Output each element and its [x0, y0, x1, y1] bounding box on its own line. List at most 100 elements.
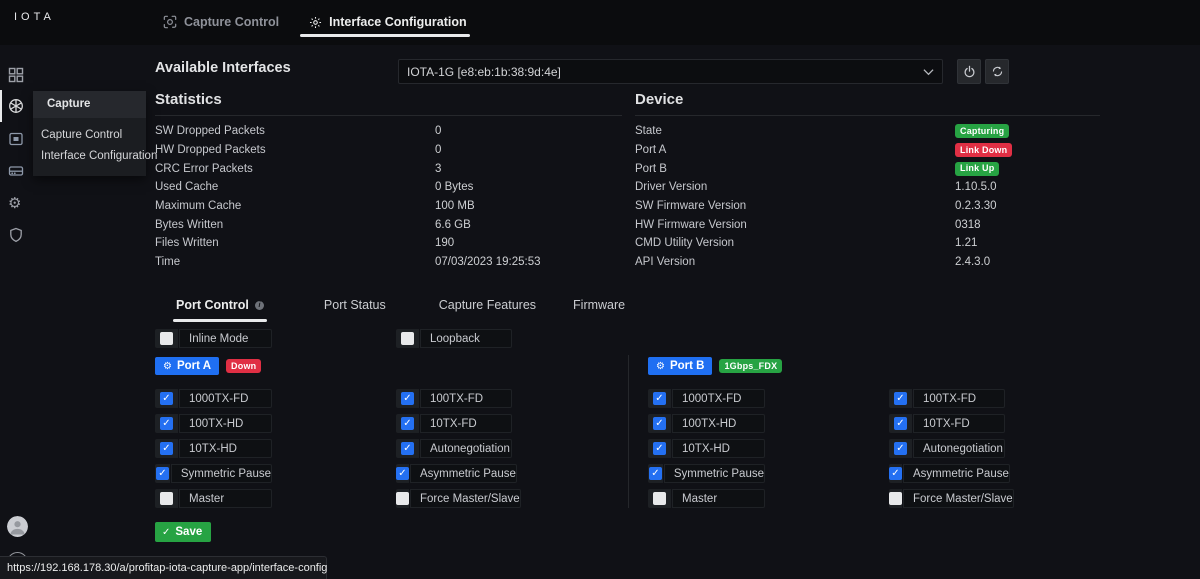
checkbox[interactable] [160, 417, 173, 430]
checkbox-field: Force Master/Slave [396, 489, 512, 508]
checkbox[interactable] [894, 442, 907, 455]
table-row: Time07/03/2023 19:25:53 [155, 253, 622, 272]
sidebar: ⚙ ? [0, 45, 32, 579]
active-nav-indicator [0, 90, 2, 122]
shield-icon[interactable] [8, 227, 24, 243]
checkbox[interactable] [401, 442, 414, 455]
checkbox-cell [648, 414, 671, 433]
statistics-title: Statistics [155, 91, 622, 116]
port-b-options-col1: 1000TX-FD 100TX-HD 10TX-HD Symmetric Pau… [648, 389, 765, 508]
checkbox-label: Symmetric Pause [171, 464, 272, 483]
device-title: Device [635, 91, 1100, 116]
camera-box-icon[interactable] [8, 131, 24, 147]
checkbox-label: Asymmetric Pause [903, 464, 1010, 483]
port-b-header: ⚙ Port B 1Gbps_FDX [648, 357, 782, 375]
save-button[interactable]: ✓ Save [155, 522, 211, 542]
table-row: Port ALink Down [635, 141, 1100, 160]
apps-grid-icon[interactable] [8, 67, 24, 83]
tab-port-status[interactable]: Port Status [321, 298, 389, 322]
table-row: SW Firmware Version0.2.3.30 [635, 197, 1100, 216]
port-tab-bar: Port Controli Port Status Capture Featur… [173, 298, 628, 322]
checkbox-label: 10TX-HD [672, 439, 765, 458]
checkbox[interactable] [653, 392, 666, 405]
checkbox[interactable] [894, 417, 907, 430]
checkbox-label: Master [179, 489, 272, 508]
checkbox[interactable] [396, 492, 409, 505]
settings-gear-icon[interactable]: ⚙ [8, 195, 24, 211]
top-tab-bar: Capture Control Interface Configuration [163, 9, 467, 35]
checkbox[interactable] [653, 417, 666, 430]
checkbox-cell [155, 489, 178, 508]
checkbox-cell [396, 389, 419, 408]
checkbox-cell [889, 464, 902, 483]
checkbox-cell [889, 489, 902, 508]
info-icon[interactable]: i [255, 301, 264, 310]
refresh-button[interactable] [985, 59, 1009, 84]
tab-interface-configuration[interactable]: Interface Configuration [309, 15, 467, 29]
checkbox-cell [396, 414, 419, 433]
checkbox[interactable] [653, 442, 666, 455]
checkbox-label: Inline Mode [179, 329, 272, 348]
check-icon: ✓ [162, 527, 170, 538]
checkbox-cell [889, 389, 912, 408]
checkbox[interactable] [894, 392, 907, 405]
checkbox[interactable] [649, 467, 662, 480]
checkbox[interactable] [401, 392, 414, 405]
checkbox-cell [648, 389, 671, 408]
checkbox[interactable] [653, 492, 666, 505]
checkbox[interactable] [156, 467, 169, 480]
checkbox-field: 10TX-HD [648, 439, 765, 458]
port-sections-divider [628, 355, 629, 508]
tab-capture-features[interactable]: Capture Features [436, 298, 539, 322]
capture-aperture-icon[interactable] [8, 98, 24, 114]
checkbox-label: 10TX-HD [179, 439, 272, 458]
iota-logo[interactable]: IOTA [14, 11, 55, 23]
table-row: Files Written190 [155, 234, 622, 253]
port-a-status-badge: Down [226, 359, 261, 373]
checkbox[interactable] [401, 417, 414, 430]
gear-icon [309, 16, 322, 29]
top-bar: IOTA Capture Control [0, 0, 1200, 45]
checkbox[interactable] [160, 492, 173, 505]
checkbox-field: 10TX-FD [889, 414, 1005, 433]
inline-mode-checkbox[interactable] [160, 332, 173, 345]
tab-label: Port Status [324, 298, 386, 312]
menu-item-interface-configuration[interactable]: Interface Configuration [33, 146, 146, 167]
tab-capture-control[interactable]: Capture Control [163, 15, 279, 29]
storage-drive-icon[interactable] [8, 163, 24, 179]
checkbox-label: 100TX-HD [179, 414, 272, 433]
checkbox-label: 100TX-HD [672, 414, 765, 433]
statistics-panel: Statistics SW Dropped Packets0 HW Droppe… [155, 91, 622, 272]
checkbox[interactable] [160, 392, 173, 405]
tab-label: Firmware [573, 298, 625, 312]
menu-header-capture[interactable]: Capture [33, 91, 146, 118]
checkbox[interactable] [160, 442, 173, 455]
power-button[interactable] [957, 59, 981, 84]
checkbox[interactable] [889, 492, 902, 505]
gear-icon: ⚙ [163, 361, 172, 372]
port-b-button[interactable]: ⚙ Port B [648, 357, 712, 375]
tab-port-control[interactable]: Port Controli [173, 298, 267, 322]
app-window: IOTA Capture Control [0, 0, 1200, 579]
user-avatar[interactable] [7, 516, 28, 537]
loopback-checkbox[interactable] [401, 332, 414, 345]
loopback-field: Loopback [396, 329, 512, 348]
statistics-rows: SW Dropped Packets0 HW Dropped Packets0 … [155, 122, 622, 272]
checkbox[interactable] [396, 467, 409, 480]
checkbox-label: 10TX-FD [913, 414, 1005, 433]
status-badge: Capturing [955, 124, 1009, 138]
checkbox[interactable] [889, 467, 902, 480]
refresh-icon [991, 65, 1004, 78]
menu-item-capture-control[interactable]: Capture Control [33, 125, 146, 146]
table-row: StateCapturing [635, 122, 1100, 141]
available-interfaces-label: Available Interfaces [155, 60, 291, 76]
interface-select[interactable]: IOTA-1G [e8:eb:1b:38:9d:4e] [398, 59, 943, 84]
tab-firmware[interactable]: Firmware [570, 298, 628, 322]
checkbox-field: Symmetric Pause [155, 464, 272, 483]
port-a-button[interactable]: ⚙ Port A [155, 357, 219, 375]
table-row: HW Dropped Packets0 [155, 141, 622, 160]
table-row: CMD Utility Version1.21 [635, 234, 1100, 253]
checkbox-field: 10TX-FD [396, 414, 512, 433]
checkbox-label: Loopback [420, 329, 512, 348]
checkbox-label: 100TX-FD [913, 389, 1005, 408]
